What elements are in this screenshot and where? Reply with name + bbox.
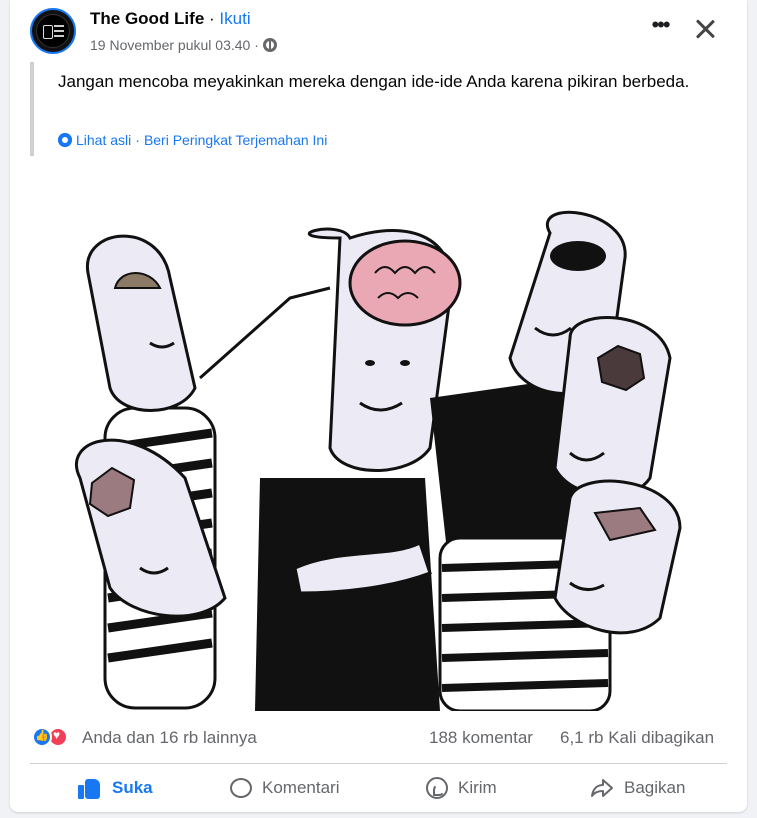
page-logo bbox=[36, 14, 70, 48]
gear-icon[interactable] bbox=[58, 133, 72, 147]
close-icon[interactable] bbox=[690, 14, 720, 44]
figure-right-middle bbox=[553, 316, 672, 498]
link-separator: · bbox=[135, 132, 140, 148]
page-name[interactable]: The Good Life bbox=[90, 9, 204, 28]
follow-button[interactable]: Ikuti bbox=[219, 9, 250, 28]
like-label: Suka bbox=[112, 778, 153, 797]
illustration bbox=[10, 178, 747, 711]
like-button[interactable]: Suka bbox=[76, 768, 153, 808]
post-meta: 19 November pukul 03.40 · bbox=[90, 37, 277, 53]
reaction-stats: Anda dan 16 rb lainnya 188 komentar 6,1 … bbox=[10, 711, 747, 763]
post-text: Jangan mencoba meyakinkan mereka dengan … bbox=[58, 72, 690, 91]
comment-icon bbox=[230, 778, 252, 798]
send-button[interactable]: Kirim bbox=[426, 768, 497, 808]
post-image[interactable] bbox=[10, 178, 747, 711]
comments-count[interactable]: 188 komentar bbox=[429, 728, 533, 748]
send-label: Kirim bbox=[458, 778, 497, 797]
translated-text-block: Jangan mencoba meyakinkan mereka dengan … bbox=[30, 62, 731, 156]
share-label: Bagikan bbox=[624, 778, 686, 797]
rate-translation-link[interactable]: Beri Peringkat Terjemahan Ini bbox=[144, 132, 327, 148]
see-original-link[interactable]: Lihat asli bbox=[76, 132, 131, 148]
name-separator: · bbox=[209, 9, 215, 28]
comment-label: Komentari bbox=[262, 778, 340, 797]
like-reaction-icon[interactable] bbox=[32, 727, 52, 747]
shares-count[interactable]: 6,1 rb Kali dibagikan bbox=[560, 728, 714, 748]
page-name-row: The Good Life · Ikuti bbox=[90, 9, 251, 29]
page-avatar[interactable] bbox=[30, 8, 76, 54]
share-button[interactable]: Bagikan bbox=[590, 768, 685, 808]
comment-button[interactable]: Komentari bbox=[230, 768, 339, 808]
whatsapp-icon bbox=[426, 777, 448, 799]
more-icon[interactable]: ••• bbox=[647, 14, 673, 40]
thumb-up-icon bbox=[76, 775, 102, 801]
share-icon bbox=[590, 777, 614, 799]
post-header: The Good Life · Ikuti 19 November pukul … bbox=[10, 0, 747, 60]
reactions-summary[interactable]: Anda dan 16 rb lainnya bbox=[82, 728, 257, 748]
globe-icon bbox=[262, 38, 277, 52]
translation-links: Lihat asli · Beri Peringkat Terjemahan I… bbox=[58, 132, 327, 148]
post-card: The Good Life · Ikuti 19 November pukul … bbox=[10, 0, 747, 812]
post-timestamp[interactable]: 19 November pukul 03.40 · bbox=[90, 37, 259, 53]
action-bar: Suka Komentari Kirim Bagikan bbox=[10, 764, 747, 812]
